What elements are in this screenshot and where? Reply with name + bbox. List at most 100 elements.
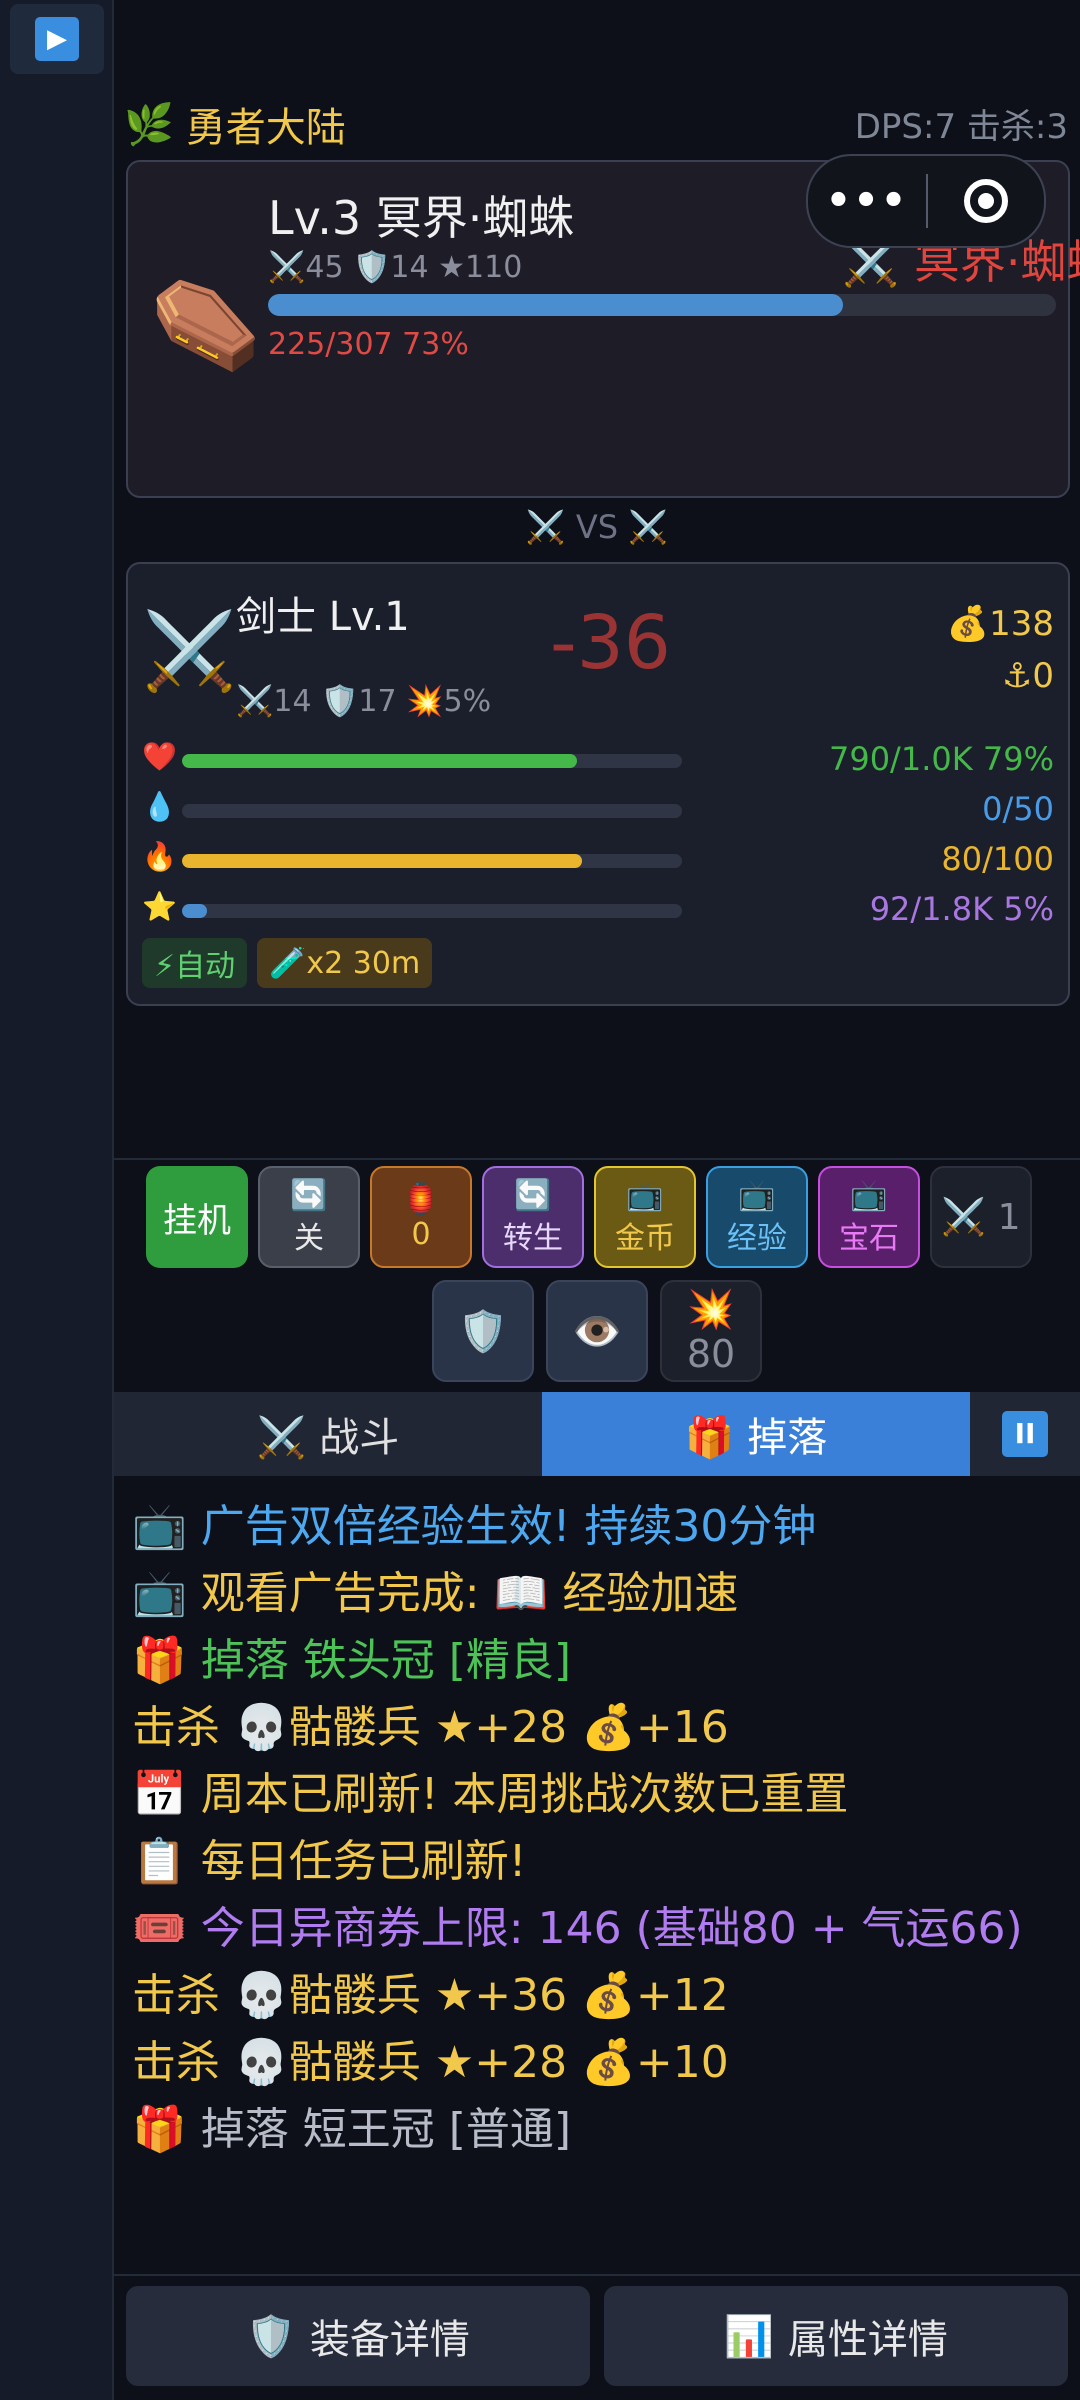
battle-count: ⚔️ 1 bbox=[941, 1197, 1021, 1238]
burst-icon: 💥 bbox=[687, 1286, 735, 1331]
exp-bar bbox=[182, 904, 682, 918]
equip-details-label: 装备详情 bbox=[309, 2317, 470, 2363]
exp-ad-label: 经验 bbox=[727, 1220, 787, 1256]
auto-tag[interactable]: ⚡自动 bbox=[142, 938, 248, 988]
enemy-stats: ⚔️45 🛡️14 ★110 bbox=[268, 250, 523, 285]
secondary-buttons: 🛡️ 👁️ 💥 80 bbox=[432, 1280, 762, 1382]
equip-details-button[interactable]: 🛡️ 装备详情 bbox=[126, 2286, 590, 2386]
battle-count-button[interactable]: ⚔️ 1 bbox=[930, 1166, 1032, 1268]
shield-button[interactable]: 🛡️ bbox=[432, 1280, 534, 1382]
log-tabs: ⚔️ 战斗 🎁 掉落 II bbox=[114, 1392, 1080, 1476]
play-button[interactable]: ▶ bbox=[10, 4, 104, 74]
chart-icon: 📊 bbox=[724, 2313, 774, 2360]
attr-details-label: 属性详情 bbox=[787, 2317, 948, 2363]
burst-count: 80 bbox=[686, 1331, 736, 1376]
sidebar: ▶ bbox=[0, 0, 114, 2400]
more-icon[interactable]: ••• bbox=[808, 178, 926, 224]
auto-toggle-button[interactable]: 🔄 关 bbox=[258, 1166, 360, 1268]
tv-icon: 📺 bbox=[850, 1177, 888, 1213]
coffin-icon: ⚰️ bbox=[150, 272, 263, 377]
enemy-title: Lv.3 冥界·蜘蛛 bbox=[268, 191, 575, 245]
pause-button[interactable]: II bbox=[970, 1392, 1080, 1476]
rebirth-button[interactable]: 🔄 转生 bbox=[482, 1166, 584, 1268]
energy-row: 🔥 80/100 bbox=[142, 840, 1054, 880]
log-line: 📺 观看广告完成: 📖 经验加速 bbox=[132, 1568, 739, 1619]
attr-details-button[interactable]: 📊 属性详情 bbox=[604, 2286, 1068, 2386]
dps-text: DPS:7 bbox=[854, 107, 957, 147]
gold-ad-button[interactable]: 📺 金币 bbox=[594, 1166, 696, 1268]
energy-fill bbox=[182, 854, 582, 868]
hp-fill bbox=[182, 754, 577, 768]
swords-icon: ⚔️ bbox=[142, 606, 237, 695]
vs-label: ⚔️ VS ⚔️ bbox=[525, 508, 669, 546]
hp-value: 790/1.0K 79% bbox=[828, 740, 1054, 778]
gold-ad-label: 金币 bbox=[615, 1220, 675, 1256]
tv-icon: 📺 bbox=[738, 1177, 776, 1213]
bottom-divider bbox=[114, 2274, 1080, 2276]
heart-icon: ❤️ bbox=[142, 740, 177, 773]
mp-bar bbox=[182, 804, 682, 818]
battle-stats: DPS:7 击杀:3 bbox=[855, 99, 1068, 148]
log-list: 📺 广告双倍经验生效! 持续30分钟 📺 观看广告完成: 📖 经验加速 🎁 掉落 铁… bbox=[132, 1496, 1072, 2166]
hp-bar bbox=[182, 754, 682, 768]
lantern-count: 0 bbox=[411, 1217, 431, 1252]
target-icon bbox=[964, 179, 1008, 223]
enemy-hp-fill bbox=[268, 294, 844, 316]
hero-title: 剑士 Lv.1 bbox=[236, 594, 410, 640]
toggle-label: 关 bbox=[294, 1220, 324, 1256]
zone-title: 🌿 勇者大陆 bbox=[124, 95, 346, 153]
play-icon: ▶ bbox=[35, 17, 79, 61]
gem-ad-label: 宝石 bbox=[839, 1220, 899, 1256]
burst-button[interactable]: 💥 80 bbox=[660, 1280, 762, 1382]
droplet-icon: 💧 bbox=[142, 790, 177, 823]
log-line: 📅 周本已刷新! 本周挑战次数已重置 bbox=[132, 1769, 849, 1820]
pause-icon: II bbox=[1002, 1411, 1048, 1457]
enemy-hp-bar bbox=[268, 294, 1056, 316]
hp-row: ❤️ 790/1.0K 79% bbox=[142, 740, 1054, 780]
log-line: 击杀 💀骷髅兵 ★+28 💰+10 bbox=[132, 2037, 729, 2088]
tab-drop[interactable]: 🎁 掉落 bbox=[542, 1392, 970, 1476]
eye-icon: 👁️ bbox=[572, 1308, 622, 1355]
rebirth-icon: 🔄 bbox=[514, 1177, 552, 1213]
shield-icon: 🛡️ bbox=[246, 2313, 296, 2360]
log-line: 🎁 掉落 铁头冠 [精良] bbox=[132, 1635, 572, 1686]
enemy-hp-text: 225/307 73% bbox=[268, 327, 469, 362]
tab-battle[interactable]: ⚔️ 战斗 bbox=[114, 1392, 542, 1476]
lantern-icon: 🏮 bbox=[402, 1182, 440, 1217]
log-line: 击杀 💀骷髅兵 ★+28 💰+16 bbox=[132, 1702, 729, 1753]
leaf-icon: 🌿 bbox=[124, 101, 174, 148]
anchor-count: ⚓0 bbox=[1001, 656, 1054, 696]
kills-text: 击杀:3 bbox=[966, 107, 1068, 147]
log-line: 📺 广告双倍经验生效! 持续30分钟 bbox=[132, 1501, 817, 1552]
lantern-button[interactable]: 🏮 0 bbox=[370, 1166, 472, 1268]
energy-bar bbox=[182, 854, 682, 868]
view-button[interactable]: 👁️ bbox=[546, 1280, 648, 1382]
log-line: 🎟️ 今日异商券上限: 146 (基础80 + 气运66) bbox=[132, 1903, 1023, 1954]
divider bbox=[114, 1158, 1080, 1160]
boost-tag: 🧪x2 30m bbox=[257, 938, 433, 988]
top-bar: 🌿 勇者大陆 DPS:7 击杀:3 bbox=[124, 95, 1080, 153]
idle-button[interactable]: 挂机 bbox=[146, 1166, 248, 1268]
enemy-card[interactable]: ⚰️ Lv.3 冥界·蜘蛛 ⚔️45 🛡️14 ★110 225/307 73%… bbox=[126, 154, 1080, 498]
exp-fill bbox=[182, 904, 207, 918]
exp-value: 92/1.8K 5% bbox=[869, 890, 1054, 928]
rebirth-label: 转生 bbox=[503, 1220, 563, 1256]
star-icon: ⭐ bbox=[142, 890, 177, 923]
exp-ad-button[interactable]: 📺 经验 bbox=[706, 1166, 808, 1268]
hero-card[interactable]: ⚔️ 剑士 Lv.1 ⚔️14 🛡️17 💥5% -36 💰138 ⚓0 ❤️ … bbox=[126, 562, 1070, 1006]
log-line: 📋 每日任务已刷新! bbox=[132, 1836, 527, 1887]
capsule-menu: ••• bbox=[806, 154, 1046, 248]
status-tags: ⚡自动 🧪x2 30m bbox=[142, 938, 433, 988]
main-panel: 🌿 勇者大陆 DPS:7 击杀:3 ⚰️ Lv.3 冥界·蜘蛛 ⚔️45 🛡️1… bbox=[114, 0, 1080, 2400]
log-line: 击杀 💀骷髅兵 ★+36 💰+12 bbox=[132, 1970, 729, 2021]
hero-stats: ⚔️14 🛡️17 💥5% bbox=[236, 684, 492, 719]
close-target-button[interactable] bbox=[928, 179, 1044, 223]
exp-row: ⭐ 92/1.8K 5% bbox=[142, 890, 1054, 930]
action-buttons: 挂机 🔄 关 🏮 0 🔄 转生 📺 金币 📺 经验 📺 宝石 ⚔️ 1 bbox=[146, 1166, 1032, 1268]
mp-value: 0/50 bbox=[982, 790, 1054, 828]
idle-label: 挂机 bbox=[163, 1200, 231, 1241]
log-line: 🎁 掉落 短王冠 [普通] bbox=[132, 2104, 572, 2155]
refresh-icon: 🔄 bbox=[290, 1177, 328, 1213]
mp-row: 💧 0/50 bbox=[142, 790, 1054, 830]
gem-ad-button[interactable]: 📺 宝石 bbox=[818, 1166, 920, 1268]
